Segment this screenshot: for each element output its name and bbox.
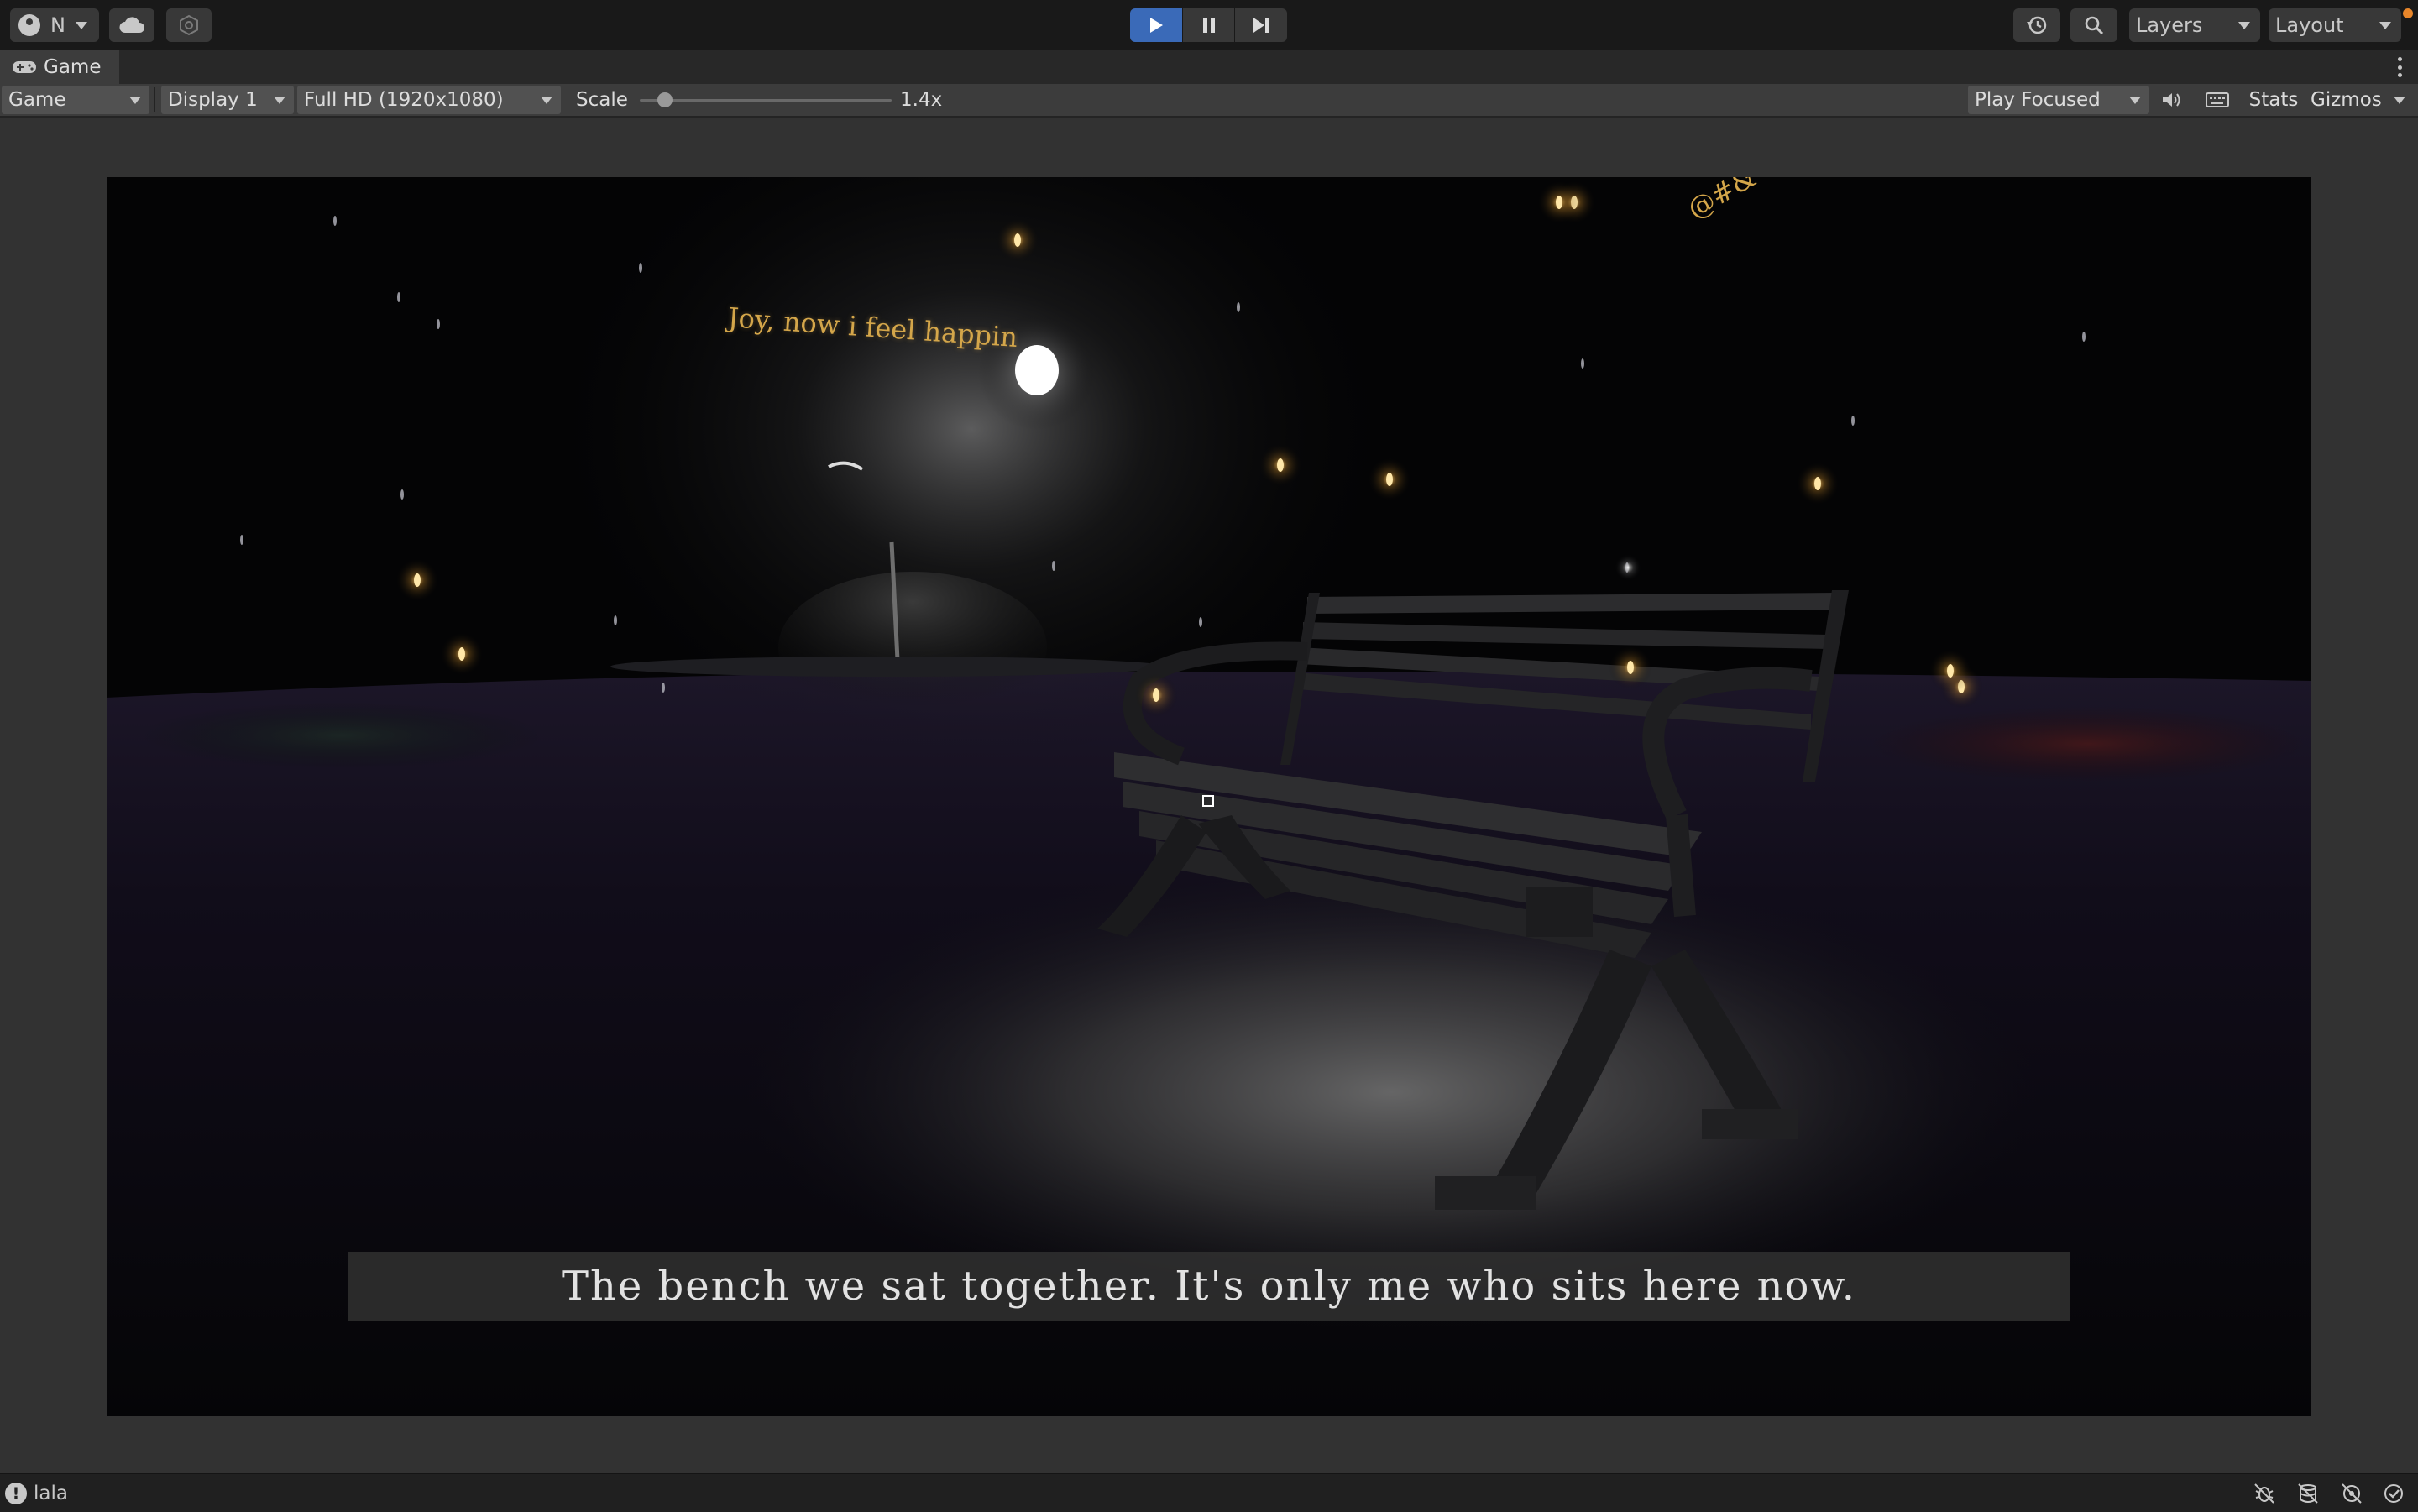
- game-view[interactable]: Joy, now i feel happin @#& The bench we …: [107, 177, 2311, 1416]
- network-icon[interactable]: [2339, 1481, 2364, 1506]
- dust-particle: [662, 683, 665, 693]
- layout-dropdown[interactable]: Layout: [2269, 8, 2401, 42]
- firefly: [1556, 196, 1562, 209]
- firefly: [1814, 477, 1821, 490]
- chevron-down-icon[interactable]: [2393, 97, 2405, 104]
- play-button[interactable]: [1130, 8, 1182, 42]
- play-mode-label: Play Focused: [1975, 89, 2101, 111]
- cache-icon[interactable]: [2295, 1481, 2321, 1506]
- collab-icon: [180, 14, 198, 36]
- resolution-label: Full HD (1920x1080): [304, 89, 504, 111]
- keyboard-icon: [2206, 92, 2229, 107]
- firefly: [414, 573, 421, 587]
- firefly: [1153, 688, 1159, 702]
- subtitle-text: The bench we sat together. It's only me …: [561, 1263, 1857, 1310]
- step-icon: [1253, 18, 1269, 33]
- firefly: [1014, 233, 1021, 247]
- collab-button[interactable]: [166, 8, 212, 42]
- account-icon: [18, 14, 40, 36]
- debug-icon[interactable]: [2252, 1481, 2277, 1506]
- more-options-icon[interactable]: [2398, 57, 2403, 77]
- dust-particle: [639, 263, 642, 273]
- firefly: [1277, 458, 1284, 472]
- speaker-icon: [2163, 93, 2180, 107]
- dust-particle: [1052, 561, 1055, 571]
- chevron-down-icon: [75, 21, 87, 29]
- dust-particle: [2082, 332, 2086, 342]
- scale-slider-thumb[interactable]: [657, 92, 673, 107]
- game-scene: [107, 177, 2311, 1416]
- play-mode-dropdown[interactable]: Play Focused: [1968, 86, 2149, 114]
- firefly: [458, 647, 465, 661]
- chevron-down-icon: [541, 96, 552, 104]
- check-icon[interactable]: [2381, 1481, 2406, 1506]
- firefly: [1386, 473, 1393, 486]
- tab-bar: Game: [0, 50, 2418, 85]
- status-bar: ! lala: [0, 1473, 2418, 1512]
- undo-history-button[interactable]: [2013, 8, 2060, 42]
- status-message[interactable]: lala: [34, 1481, 68, 1506]
- main-toolbar: N Layers Layout: [0, 0, 2418, 50]
- firefly: [1947, 664, 1954, 678]
- account-button[interactable]: N: [10, 8, 99, 42]
- chevron-down-icon: [274, 96, 285, 104]
- dust-particle: [397, 292, 400, 302]
- gizmos-button[interactable]: Gizmos: [2305, 87, 2413, 112]
- dust-particle: [1581, 358, 1584, 369]
- cloud-button[interactable]: [109, 8, 154, 42]
- playmode-controls: [1130, 8, 1288, 42]
- display-label: Display 1: [168, 89, 258, 111]
- chevron-down-icon: [129, 96, 141, 104]
- layout-label: Layout: [2275, 13, 2344, 37]
- search-icon: [2085, 16, 2104, 35]
- view-mode-dropdown[interactable]: Game: [2, 86, 149, 114]
- chevron-down-icon: [2379, 21, 2391, 29]
- keyboard-shortcuts-button[interactable]: [2200, 87, 2235, 112]
- dust-particle: [240, 535, 243, 545]
- game-viewport: Joy, now i feel happin @#& The bench we …: [0, 118, 2418, 1473]
- dust-particle: [1851, 416, 1855, 426]
- tab-game[interactable]: Game: [0, 50, 120, 84]
- play-icon: [1149, 18, 1163, 33]
- mute-audio-button[interactable]: [2154, 87, 2190, 112]
- dust-particle: [1199, 617, 1202, 627]
- chevron-down-icon: [2129, 96, 2141, 104]
- search-button[interactable]: [2070, 8, 2117, 42]
- notification-dot: [2403, 8, 2413, 18]
- game-toolbar: Game Display 1 Full HD (1920x1080) Scale…: [0, 84, 2418, 118]
- dust-particle: [614, 615, 617, 625]
- layers-dropdown[interactable]: Layers: [2129, 8, 2260, 42]
- pause-icon: [1202, 18, 1215, 33]
- info-icon[interactable]: !: [5, 1483, 27, 1504]
- separator: [154, 87, 155, 112]
- dust-particle: [437, 319, 440, 329]
- light-orb: [1615, 554, 1641, 581]
- gamepad-icon: [13, 61, 36, 73]
- view-mode-label: Game: [8, 89, 66, 111]
- gizmos-label: Gizmos: [2311, 89, 2382, 111]
- subtitle-box: The bench we sat together. It's only me …: [348, 1252, 2070, 1321]
- stats-button[interactable]: Stats: [2247, 87, 2300, 112]
- firefly: [1627, 661, 1634, 674]
- resolution-dropdown[interactable]: Full HD (1920x1080): [297, 86, 561, 114]
- tab-label: Game: [44, 56, 102, 78]
- display-dropdown[interactable]: Display 1: [161, 86, 294, 114]
- layers-label: Layers: [2136, 13, 2203, 37]
- scale-value: 1.4x: [900, 89, 943, 111]
- dust-particle: [400, 489, 404, 500]
- cloud-icon: [119, 17, 144, 33]
- scale-label: Scale: [576, 89, 628, 111]
- dust-particle: [333, 216, 337, 226]
- scale-slider-track[interactable]: [640, 99, 892, 102]
- chevron-down-icon: [2238, 21, 2250, 29]
- dust-particle: [1237, 302, 1240, 312]
- history-icon: [2027, 16, 2047, 34]
- pause-button[interactable]: [1182, 8, 1235, 42]
- account-initial: N: [50, 13, 65, 37]
- step-button[interactable]: [1235, 8, 1288, 42]
